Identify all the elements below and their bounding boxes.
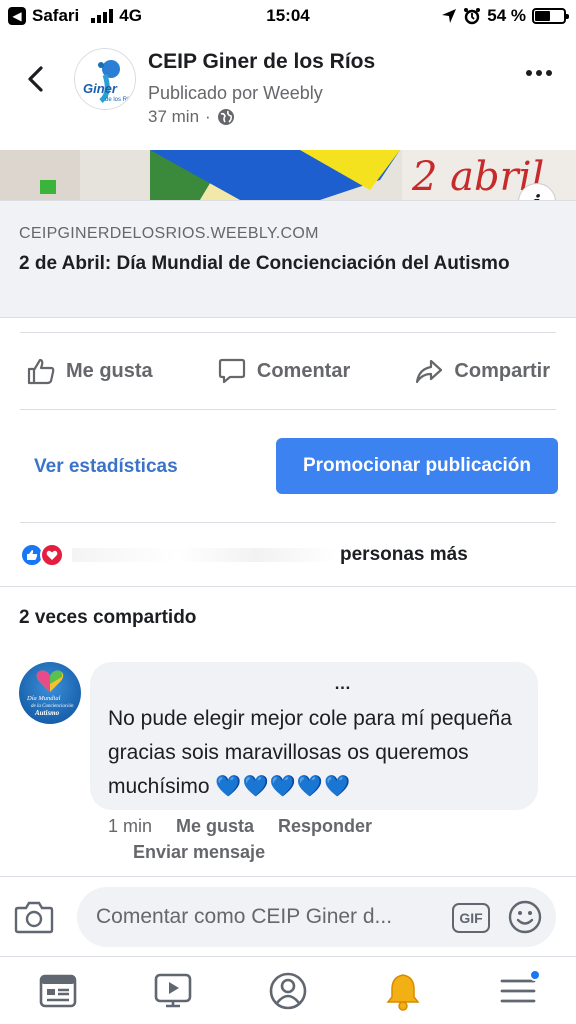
comment-author[interactable]: … — [108, 674, 520, 698]
commenter-avatar[interactable]: Día Mundial de la Concienciación Autismo — [19, 662, 81, 724]
comment-like-button[interactable]: Me gusta — [176, 816, 254, 837]
like-label: Me gusta — [66, 359, 153, 382]
battery-level — [535, 11, 551, 21]
comment-time: 1 min — [108, 816, 153, 836]
post-time[interactable]: 37 min — [148, 107, 199, 127]
link-title: 2 de Abril: Día Mundial de Concienciació… — [19, 253, 510, 274]
send-message-button[interactable]: Enviar mensaje — [133, 842, 265, 863]
alarm-icon — [464, 8, 481, 25]
comment-composer: GIF — [0, 876, 576, 956]
thumbs-up-icon — [27, 358, 55, 385]
comment-label: Comentar — [256, 359, 351, 382]
school-logo: Giner de los Ríos — [83, 60, 135, 103]
share-arrow-icon — [416, 359, 443, 384]
link-preview-image[interactable]: 2 abril — [0, 150, 576, 200]
post-header: Giner de los Ríos CEIP Giner de los Ríos… — [0, 34, 576, 150]
logo-subtext: de los Ríos — [105, 97, 135, 103]
status-right: 54 % — [441, 6, 569, 26]
like-button[interactable]: Me gusta — [26, 356, 153, 386]
gif-button[interactable]: GIF — [452, 903, 490, 933]
reaction-icons — [20, 542, 64, 567]
reactions-others-text: personas más — [340, 543, 468, 565]
smiley-icon[interactable] — [507, 899, 543, 935]
battery-percent: 54 % — [487, 6, 526, 25]
chevron-left-icon[interactable] — [22, 64, 52, 94]
video-icon[interactable] — [153, 971, 193, 1011]
bottom-tab-bar — [0, 956, 576, 1024]
post-actions: Me gusta Comentar Compartir — [20, 332, 556, 410]
camera-icon[interactable] — [14, 899, 54, 935]
share-label: Compartir — [454, 359, 550, 382]
avatar-caption-3: Autismo — [34, 709, 60, 717]
post-meta: 37 min · — [148, 107, 235, 127]
blue-hearts-emoji: 💙💙💙💙💙 — [215, 775, 352, 798]
view-insights-link[interactable]: Ver estadísticas — [34, 456, 178, 478]
bell-icon[interactable] — [383, 971, 423, 1011]
published-by: Publicado por Weebly — [148, 83, 323, 103]
love-reaction-icon — [40, 542, 64, 567]
autism-day-logo: Día Mundial de la Concienciación Autismo — [26, 670, 74, 717]
boost-post-button[interactable]: Promocionar publicación — [276, 438, 558, 494]
page-avatar[interactable]: Giner de los Ríos — [74, 48, 136, 110]
avatar-caption: Día Mundial — [26, 695, 61, 702]
comment-text: No pude elegir mejor cole para mí pequeñ… — [108, 702, 520, 804]
shares-count[interactable]: 2 veces compartido — [0, 586, 576, 648]
logo-text: Giner — [83, 81, 118, 96]
promotion-row: Ver estadísticas Promocionar publicación — [0, 410, 576, 522]
speech-bubble-icon — [218, 358, 245, 384]
battery-icon — [532, 8, 569, 24]
page-name[interactable]: CEIP Giner de los Ríos — [148, 50, 375, 74]
reactions-summary[interactable]: personas más — [20, 522, 556, 586]
profile-icon[interactable] — [268, 971, 308, 1011]
meta-separator: · — [205, 107, 211, 126]
link-preview-box[interactable]: CEIPGINERDELOSRIOS.WEEBLY.COM 2 de Abril… — [0, 200, 576, 318]
redacted-names — [72, 547, 336, 562]
link-domain: CEIPGINERDELOSRIOS.WEEBLY.COM — [19, 225, 319, 242]
banner-art: 2 abril — [0, 150, 576, 200]
comment-reply-button[interactable]: Responder — [278, 816, 372, 837]
location-icon — [442, 9, 457, 23]
notification-dot — [529, 969, 541, 981]
more-dots-icon[interactable] — [526, 70, 552, 76]
share-button[interactable]: Compartir — [414, 356, 550, 386]
comment-button[interactable]: Comentar — [217, 356, 350, 386]
comment-actions: 1 min Me gusta Responder — [108, 816, 372, 837]
comment-bubble[interactable]: … No pude elegir mejor cole para mí pequ… — [90, 662, 538, 810]
status-bar: ◀ Safari 4G 15:04 54 % — [0, 0, 576, 34]
globe-icon — [217, 109, 234, 125]
news-feed-icon[interactable] — [38, 971, 78, 1011]
